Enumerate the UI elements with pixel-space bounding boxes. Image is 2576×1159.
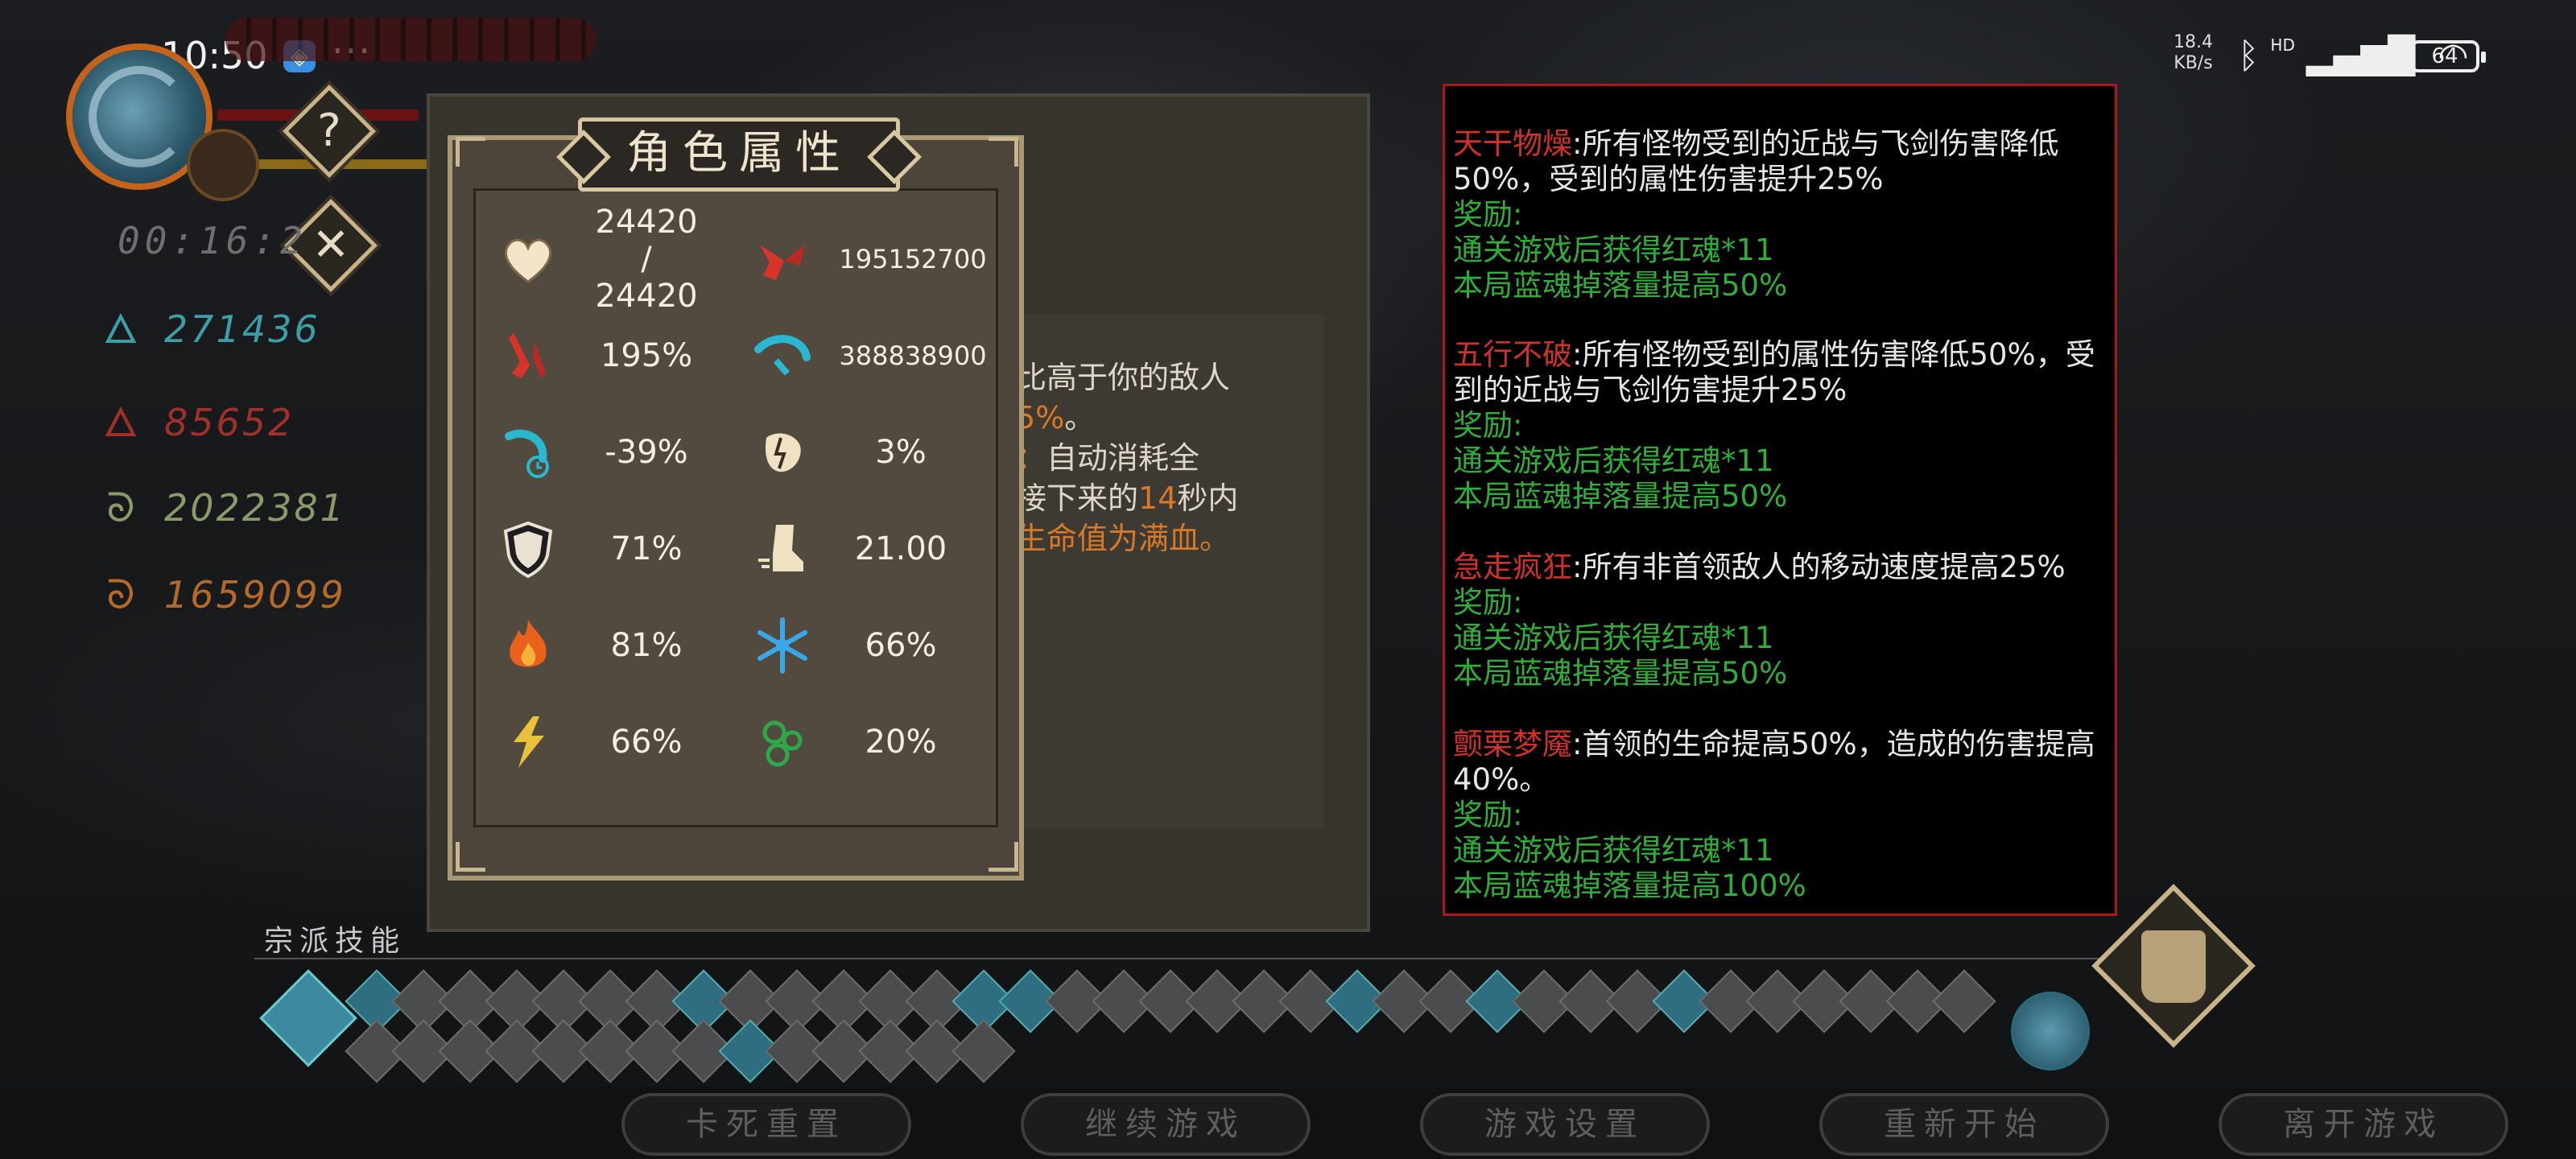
network-speed-value: 18.4	[2174, 32, 2213, 52]
sect-emblem-icon	[2141, 930, 2206, 1003]
companion-portrait	[187, 129, 259, 201]
rule-4: 颤栗梦魇:首领的生命提高50%，造成的伤害提高40%。 奖励: 通关游戏后获得红…	[1453, 727, 2095, 903]
help-icon: ?	[317, 105, 341, 157]
rule-1: 天干物燥:所有怪物受到的近战与飞剑伤害降低50%，受到的属性伤害提升25% 奖励…	[1453, 126, 2059, 303]
book-line-3: ：自动消耗全	[1016, 440, 1200, 476]
hd-label: HD	[2270, 35, 2295, 55]
orange-spirit-icon: ᘐ	[106, 571, 135, 618]
panel-corner	[456, 842, 485, 872]
network-speed: 18.4 KB/s	[2174, 32, 2213, 74]
sect-skills-label: 宗派技能	[264, 925, 407, 958]
red-soul-icon: 🜂	[103, 399, 138, 446]
game-settings-button[interactable]: 游戏设置	[1420, 1093, 1710, 1156]
blue-soul-icon: 🜂	[103, 306, 138, 353]
panel-corner	[989, 842, 1018, 872]
skill-divider	[254, 958, 2106, 959]
heart-icon	[504, 238, 552, 283]
crit-damage-icon	[754, 335, 811, 376]
attack-damage-icon	[760, 245, 805, 280]
lightning-icon	[514, 716, 544, 768]
boot-speed-icon	[758, 525, 803, 571]
rule-2: 五行不破:所有怪物受到的属性伤害降低50%，受到的近战与飞剑伤害提升25% 奖励…	[1453, 337, 2095, 514]
panel-corner	[989, 137, 1018, 167]
lifesteal-icon	[765, 433, 801, 472]
crit-rate-icon	[509, 333, 546, 378]
run-timer: 00:16:2	[118, 219, 308, 262]
attribute-panel-title: 角色属性	[556, 118, 922, 192]
skill-orb-icon[interactable]	[2011, 992, 2090, 1070]
green-spirit-icon: ᘐ	[106, 485, 135, 531]
panel-corner	[456, 137, 485, 167]
cooldown-icon	[505, 429, 549, 478]
book-line-2: 5%。	[1016, 400, 1096, 435]
reset-stuck-button[interactable]: 卡死重置	[621, 1093, 911, 1156]
fire-icon	[510, 620, 547, 667]
bluetooth-icon: ᛒ	[2238, 35, 2260, 76]
book-line-5: 生命值为满血。	[1016, 521, 1231, 556]
leave-game-button[interactable]: 离开游戏	[2219, 1093, 2508, 1156]
poison-icon	[762, 720, 803, 767]
ice-snowflake-icon	[758, 617, 807, 674]
rule-3: 急走疯狂:所有非首领敌人的移动速度提高25% 奖励: 通关游戏后获得红魂*11 …	[1453, 550, 2066, 691]
network-speed-unit: KB/s	[2174, 53, 2213, 73]
battery-indicator: 64	[2410, 40, 2486, 72]
book-line-1: 比高于你的敌人	[1016, 360, 1231, 395]
signal-icon: ▂▄▆█	[2306, 35, 2416, 76]
help-button[interactable]: ?	[283, 85, 376, 178]
book-line-4: 接下来的14秒内	[1016, 481, 1239, 516]
restart-button[interactable]: 重新开始	[1819, 1093, 2109, 1156]
continue-game-button[interactable]: 继续游戏	[1021, 1093, 1311, 1156]
shield-icon	[503, 521, 553, 579]
sect-emblem-button[interactable]	[2091, 884, 2256, 1048]
run-modifiers-panel: 天干物燥:所有怪物受到的近战与飞剑伤害降低50%，受到的属性伤害提升25% 奖励…	[1443, 84, 2117, 916]
buff-strip	[225, 18, 596, 61]
